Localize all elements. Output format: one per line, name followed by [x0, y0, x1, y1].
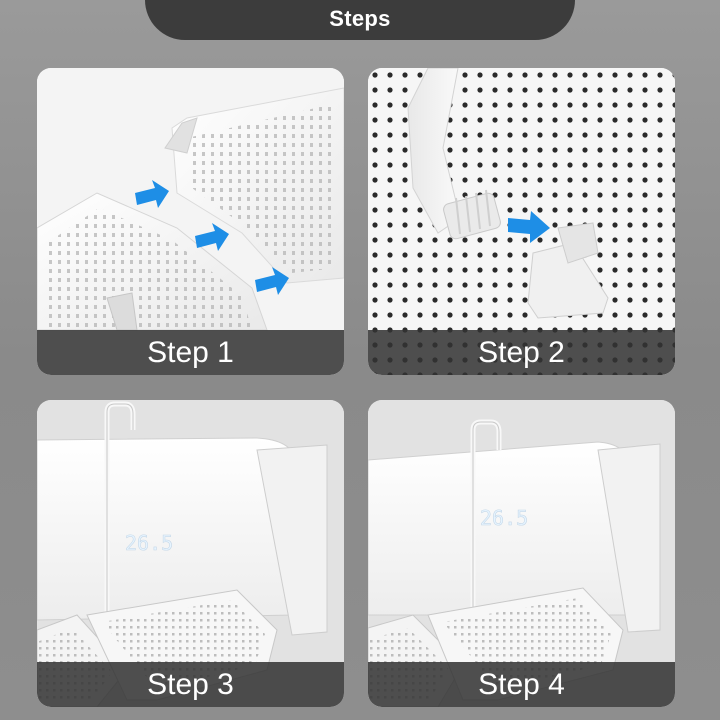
step-3-panel: 26.5 Step 3: [37, 400, 344, 707]
header-title: Steps: [329, 6, 391, 31]
step-4-illustration: 26.5: [368, 400, 675, 707]
step-1-caption: Step 1: [37, 330, 344, 375]
step-2-caption: Step 2: [368, 330, 675, 375]
temperature-display: 26.5: [125, 531, 173, 555]
step-4-panel: 26.5 Step 4: [368, 400, 675, 707]
step-2-label: Step 2: [478, 335, 565, 369]
temperature-display: 26.5: [480, 506, 528, 530]
step-4-label: Step 4: [478, 667, 565, 701]
steps-header: Steps: [145, 0, 575, 40]
step-3-caption: Step 3: [37, 662, 344, 707]
step-1-panel: Step 1: [37, 68, 344, 375]
step-4-caption: Step 4: [368, 662, 675, 707]
step-1-label: Step 1: [147, 335, 234, 369]
step-2-illustration: [368, 68, 675, 375]
step-3-label: Step 3: [147, 667, 234, 701]
step-2-panel: Step 2: [368, 68, 675, 375]
step-3-illustration: 26.5: [37, 400, 344, 707]
step-1-illustration: [37, 68, 344, 375]
